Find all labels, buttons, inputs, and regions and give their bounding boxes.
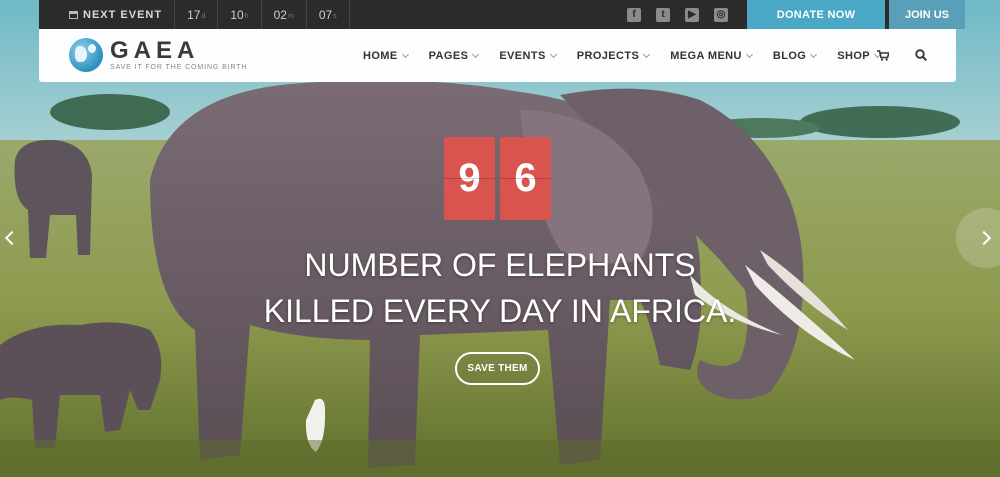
logo-name: GAEA [110,37,200,64]
countdown-minutes: 02 m [262,0,307,29]
chevron-down-icon [643,50,651,58]
hero-headline: NUMBER OF ELEPHANTS KILLED EVERY DAY IN … [200,242,800,334]
site-logo[interactable]: GAEA SAVE IT FOR THE COMING BIRTH [69,38,247,72]
logo-tagline: SAVE IT FOR THE COMING BIRTH [110,64,248,71]
save-them-button[interactable]: SAVE THEM [455,352,540,385]
menu-item-home[interactable]: HOME [363,50,409,62]
donate-now-button[interactable]: DONATE NOW [747,0,885,29]
social-links: f t ▶ ◎ [627,0,728,29]
main-menu: HOME PAGES EVENTS PROJECTS MEGA MENU BLO… [363,29,901,82]
menu-item-events[interactable]: EVENTS [499,50,557,62]
counter-digit: 6 [500,137,551,220]
hero-headline-line-1: NUMBER OF ELEPHANTS [304,247,696,283]
chevron-down-icon [401,50,409,58]
menu-item-shop[interactable]: SHOP [837,50,882,62]
main-navbar: GAEA SAVE IT FOR THE COMING BIRTH HOME P… [39,29,956,82]
globe-icon [69,38,103,72]
facebook-icon[interactable]: f [627,7,641,22]
top-bar: NEXT EVENT 17 d 10 h 02 m 07 s f t ▶ ◎ DONAT… [39,0,965,29]
youtube-icon[interactable]: ▶ [685,7,699,22]
search-icon[interactable] [915,49,927,61]
menu-item-projects[interactable]: PROJECTS [577,50,651,62]
next-event-countdown: NEXT EVENT 17 d 10 h 02 m 07 s [39,0,350,29]
calendar-icon [69,10,78,19]
countdown-seconds: 07 s [307,0,350,29]
countdown-hours: 10 h [218,0,262,29]
countdown-days: 17 d [175,0,219,29]
join-us-button[interactable]: JOIN US [889,0,965,29]
hero-headline-line-2: KILLED EVERY DAY IN AFRICA. [263,293,737,329]
twitter-icon[interactable]: t [656,7,670,22]
chevron-down-icon [810,50,818,58]
menu-item-mega-menu[interactable]: MEGA MENU [670,50,753,62]
instagram-icon[interactable]: ◎ [714,7,728,22]
chevron-down-icon [549,50,557,58]
menu-item-blog[interactable]: BLOG [773,50,818,62]
counter-digit: 9 [444,137,495,220]
cart-icon[interactable] [877,50,889,61]
chevron-down-icon [472,50,480,58]
menu-item-pages[interactable]: PAGES [429,50,480,62]
slider-prev-arrow-icon[interactable] [0,218,28,258]
next-event-label: NEXT EVENT [39,0,176,29]
chevron-down-icon [745,50,753,58]
